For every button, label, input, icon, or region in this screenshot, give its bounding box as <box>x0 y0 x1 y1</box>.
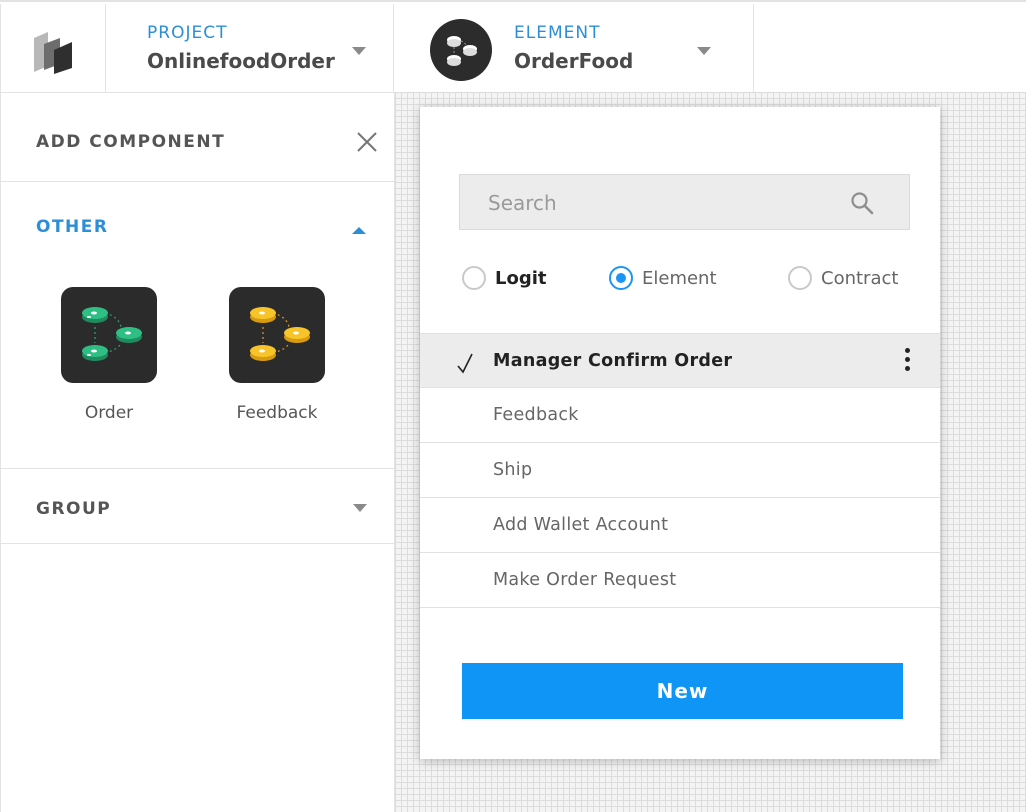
list-item[interactable]: Make Order Request <box>420 553 940 608</box>
order-tile[interactable] <box>61 287 157 383</box>
section-group[interactable]: GROUP <box>1 469 394 544</box>
radio-element-dot[interactable] <box>609 266 633 290</box>
component-feedback-label: Feedback <box>236 403 318 423</box>
list-item-label: Ship <box>493 460 533 480</box>
list-item[interactable]: Ship <box>420 443 940 498</box>
search-icon[interactable] <box>850 191 874 215</box>
section-group-title[interactable]: GROUP <box>36 499 111 519</box>
list-item[interactable]: Feedback <box>420 388 940 443</box>
element-picker-dialog: Search Logit Element Contract Manager Co… <box>420 107 940 759</box>
list-item-label: Make Order Request <box>493 570 677 590</box>
group-chevron-down-icon[interactable] <box>353 504 367 512</box>
top-bar: PROJECT OnlinefoodOrder ELEMENT OrderFoo… <box>0 0 1026 94</box>
radio-logit-dot[interactable] <box>462 266 486 290</box>
list-item-label: Add Wallet Account <box>493 515 669 535</box>
coins-network-green-icon <box>82 307 142 361</box>
search-input[interactable]: Search <box>459 174 910 230</box>
radio-logit[interactable]: Logit <box>462 266 547 290</box>
feedback-tile[interactable] <box>229 287 325 383</box>
component-order[interactable]: Order <box>59 287 159 423</box>
coins-network-icon <box>447 36 477 66</box>
section-other-title[interactable]: OTHER <box>36 217 108 237</box>
search-placeholder: Search <box>488 191 557 215</box>
checkmark-icon <box>457 353 473 374</box>
list-item-label: Manager Confirm Order <box>493 351 733 371</box>
project-selector[interactable]: PROJECT OnlinefoodOrder <box>106 4 394 94</box>
element-selector[interactable]: ELEMENT OrderFood <box>394 4 754 94</box>
radio-contract-label: Contract <box>821 267 899 289</box>
panel-header: ADD COMPONENT <box>1 92 394 182</box>
project-chevron-down-icon[interactable] <box>352 47 366 55</box>
more-options-icon[interactable] <box>902 348 912 376</box>
component-order-label: Order <box>84 403 134 423</box>
element-label: ELEMENT <box>514 23 601 43</box>
coins-network-yellow-icon <box>250 307 310 361</box>
add-component-panel: ADD COMPONENT OTHER Order Feedback GROUP <box>0 92 395 812</box>
radio-element-label: Element <box>642 267 717 289</box>
project-name: OnlinefoodOrder <box>147 49 335 73</box>
element-name: OrderFood <box>514 49 634 73</box>
element-chevron-down-icon[interactable] <box>697 47 711 55</box>
panel-title: ADD COMPONENT <box>36 132 226 152</box>
logo-cell[interactable] <box>0 4 106 94</box>
section-other: OTHER Order Feedback <box>1 182 394 469</box>
component-feedback[interactable]: Feedback <box>227 287 327 423</box>
app-logo-icon <box>34 32 72 74</box>
project-label: PROJECT <box>147 23 228 43</box>
element-avatar <box>430 19 492 81</box>
close-icon[interactable] <box>356 131 378 153</box>
radio-logit-label: Logit <box>495 267 547 289</box>
list-item[interactable]: Manager Confirm Order <box>420 333 940 388</box>
chevron-up-icon[interactable] <box>352 227 366 234</box>
radio-contract-dot[interactable] <box>788 266 812 290</box>
list-item[interactable]: Add Wallet Account <box>420 498 940 553</box>
radio-element[interactable]: Element <box>609 266 717 290</box>
list-item-label: Feedback <box>493 405 579 425</box>
element-list: Manager Confirm Order Feedback Ship Add … <box>420 333 940 608</box>
new-button[interactable]: New <box>462 663 903 719</box>
radio-contract[interactable]: Contract <box>788 266 898 290</box>
